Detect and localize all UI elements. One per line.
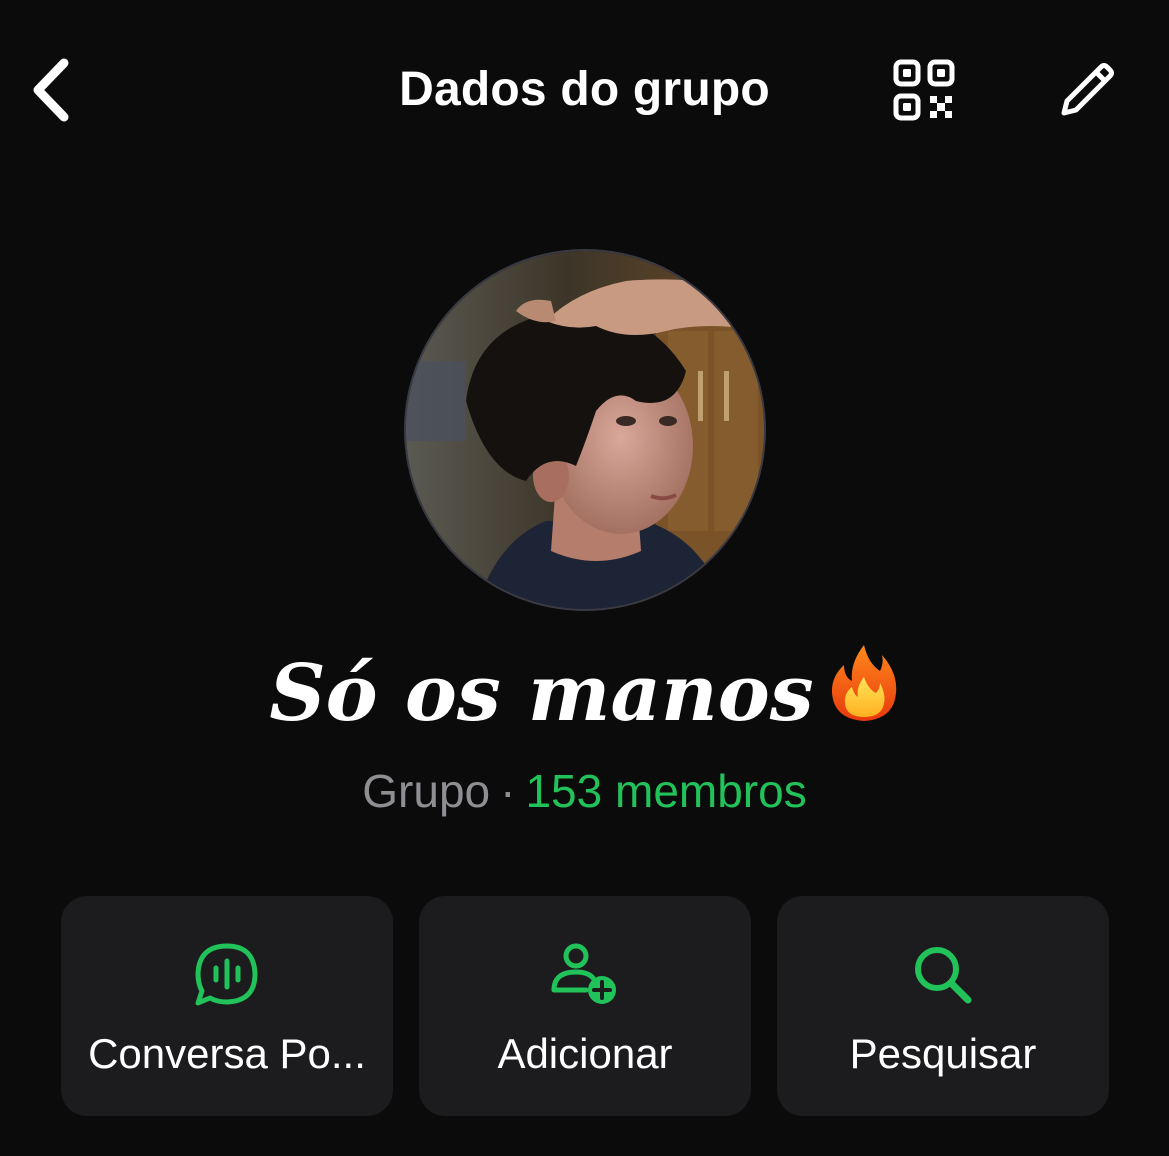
- add-member-label: Adicionar: [497, 1030, 673, 1077]
- group-name-text: Só os manos: [269, 648, 814, 739]
- group-type: Grupo: [362, 765, 491, 817]
- edit-button[interactable]: [1052, 56, 1122, 124]
- search-icon: [777, 940, 1109, 1010]
- page-title: Dados do grupo: [399, 63, 770, 116]
- separator-dot: ·: [500, 765, 516, 817]
- add-member-button[interactable]: Adicionar: [419, 896, 751, 1116]
- search-button[interactable]: Pesquisar: [777, 896, 1109, 1116]
- group-avatar[interactable]: [406, 251, 764, 609]
- add-person-icon: [419, 940, 751, 1010]
- navigation-header: Dados do grupo: [0, 0, 1169, 180]
- qr-code-icon: [893, 59, 955, 121]
- pencil-icon: [1061, 63, 1114, 116]
- voice-chat-button[interactable]: Conversa Po...: [61, 896, 393, 1116]
- qr-code-button[interactable]: [890, 56, 958, 124]
- voice-chat-icon: [61, 940, 393, 1010]
- action-buttons: Conversa Po... Adicionar Pesquisar: [61, 896, 1109, 1116]
- fire-icon: [828, 641, 900, 744]
- search-label: Pesquisar: [849, 1030, 1037, 1077]
- group-photo: [406, 251, 764, 609]
- members-link[interactable]: 153 membros: [525, 765, 806, 817]
- voice-chat-label: Conversa Po...: [88, 1030, 366, 1077]
- group-name: Só os manos: [0, 645, 1169, 744]
- group-subtitle: Grupo · 153 membros: [0, 764, 1169, 818]
